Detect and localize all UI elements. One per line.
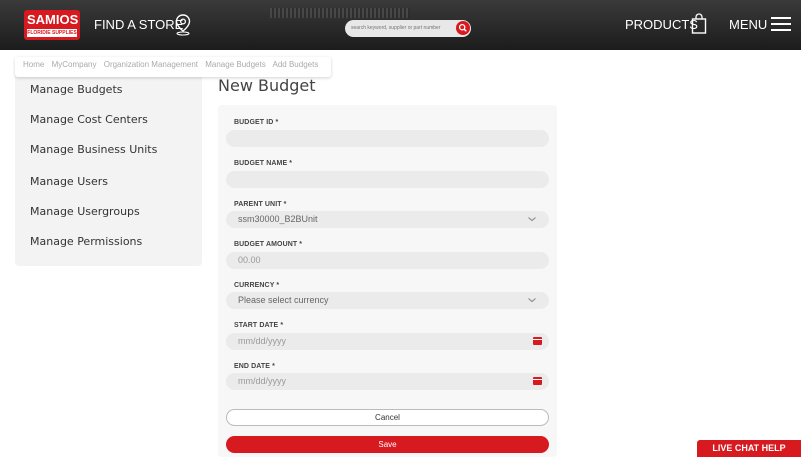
page-title: New Budget [218,76,316,95]
sidebar-item-manage-cost-centers[interactable]: Manage Cost Centers [30,113,148,126]
budget-amount-field[interactable]: 00.00 [226,252,549,269]
logo-subtext: FLORIDIE SUPPLIES [27,29,77,37]
chevron-down-icon [528,217,536,222]
calendar-icon[interactable] [533,337,542,345]
parent-unit-select[interactable]: ssm30000_B2BUnit [226,211,549,228]
save-button[interactable]: Save [226,436,549,453]
end-date-placeholder: mm/dd/yyyy [238,376,287,386]
breadcrumb-mycompany[interactable]: MyCompany [52,60,97,69]
end-date-label: END DATE * [234,363,275,370]
search-input[interactable] [345,20,471,37]
products-link[interactable]: PRODUCTS [625,17,698,32]
currency-label: CURRENCY * [234,282,280,289]
breadcrumb-manage-budgets[interactable]: Manage Budgets [205,60,266,69]
sidebar-item-manage-users[interactable]: Manage Users [30,175,108,188]
location-pin-icon[interactable] [175,14,191,36]
cancel-button[interactable]: Cancel [226,409,549,426]
currency-select[interactable]: Please select currency [226,292,549,309]
search-button[interactable] [456,21,470,35]
budget-amount-label: BUDGET AMOUNT * [234,241,303,248]
currency-value: Please select currency [238,295,329,305]
breadcrumb-home[interactable]: Home [23,60,44,69]
parent-unit-label: PARENT UNIT * [234,201,287,208]
sidebar: Manage Budgets Manage Cost Centers Manag… [15,70,202,266]
search-icon [458,23,467,32]
budget-name-label: BUDGET NAME * [234,160,293,167]
start-date-field[interactable]: mm/dd/yyyy [226,333,549,350]
calendar-icon[interactable] [533,377,542,385]
hamburger-menu-icon[interactable] [771,17,791,31]
sidebar-item-manage-budgets[interactable]: Manage Budgets [30,83,123,96]
sidebar-item-manage-business-units[interactable]: Manage Business Units [30,143,157,156]
parent-unit-value: ssm30000_B2BUnit [238,214,318,224]
brand-logo[interactable]: SAMIOS FLORIDIE SUPPLIES [24,10,80,40]
breadcrumb-add-budgets: Add Budgets [272,60,319,69]
find-store-link[interactable]: FIND A STORE [94,17,183,32]
sidebar-item-manage-permissions[interactable]: Manage Permissions [30,235,142,248]
live-chat-button[interactable]: LIVE CHAT HELP [697,440,801,457]
header-decoration [270,8,410,18]
breadcrumb-organization-management[interactable]: Organization Management [104,60,198,69]
chevron-down-icon [528,298,536,303]
start-date-placeholder: mm/dd/yyyy [238,336,287,346]
budget-id-field[interactable] [226,130,549,147]
budget-id-label: BUDGET ID * [234,119,279,126]
start-date-label: START DATE * [234,322,284,329]
shopping-bag-icon[interactable] [691,13,707,35]
breadcrumb: Home MyCompany Organization Management M… [15,57,332,77]
menu-link[interactable]: MENU [729,17,767,32]
logo-text: SAMIOS [27,12,79,27]
end-date-field[interactable]: mm/dd/yyyy [226,373,549,390]
budget-name-field[interactable] [226,171,549,188]
sidebar-item-manage-usergroups[interactable]: Manage Usergroups [30,205,140,218]
top-navbar: SAMIOS FLORIDIE SUPPLIES FIND A STORE PR… [0,0,801,50]
new-budget-form: BUDGET ID * BUDGET NAME * PARENT UNIT * … [218,105,557,457]
